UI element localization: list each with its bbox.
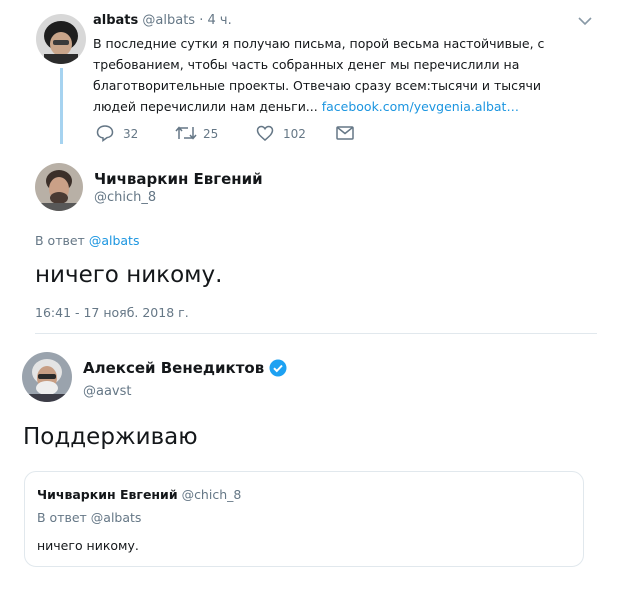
like-icon[interactable]	[256, 125, 274, 141]
tweet1-text: В последние сутки я получаю письма, поро…	[93, 33, 563, 117]
author-name[interactable]: Алексей Венедиктов	[83, 359, 264, 377]
quoted-author-name: Чичваркин Евгений	[37, 487, 178, 502]
reply-prefix: В ответ	[35, 233, 85, 248]
tweet3-author: Алексей Венедиктов	[83, 359, 287, 377]
avatar-chich[interactable]	[35, 163, 83, 211]
author-handle[interactable]: @albats	[142, 13, 195, 28]
reply-to-link[interactable]: @albats	[89, 233, 140, 248]
chevron-down-icon[interactable]	[578, 17, 592, 26]
tweet1-header: albats @albats · 4 ч.	[93, 13, 232, 28]
quoted-text: ничего никому.	[37, 538, 139, 553]
avatar-aavst[interactable]	[22, 352, 72, 402]
quoted-author-handle: @chich_8	[181, 487, 242, 502]
tweet-time[interactable]: · 4 ч.	[199, 13, 231, 28]
tweet2-text: ничего никому.	[35, 262, 223, 288]
quoted-reply-context: В ответ @albats	[37, 510, 142, 525]
thread-line	[60, 68, 63, 144]
quoted-author: Чичваркин Евгений @chich_8	[37, 487, 241, 502]
reply-count: 32	[123, 127, 139, 141]
avatar-albats[interactable]	[36, 14, 86, 64]
reply-icon[interactable]	[96, 124, 114, 142]
author-name[interactable]: Чичваркин Евгений	[94, 170, 263, 188]
tweet-timestamp[interactable]: 16:41 - 17 нояб. 2018 г.	[35, 305, 189, 320]
author-handle[interactable]: @chich_8	[94, 190, 156, 205]
author-handle[interactable]: @aavst	[83, 384, 132, 399]
retweet-icon[interactable]	[175, 125, 197, 141]
author-name[interactable]: albats	[93, 13, 138, 28]
divider	[35, 333, 597, 334]
message-icon[interactable]	[336, 126, 354, 140]
tweet3-text: Поддерживаю	[23, 424, 198, 450]
reply-context: В ответ @albats	[35, 233, 139, 248]
tweet-link[interactable]: facebook.com/yevgenia.albat…	[322, 99, 519, 114]
like-count: 102	[283, 127, 306, 141]
quoted-tweet[interactable]: Чичваркин Евгений @chich_8 В ответ @alba…	[24, 471, 584, 567]
retweet-count: 25	[203, 127, 219, 141]
verified-icon	[269, 359, 287, 377]
